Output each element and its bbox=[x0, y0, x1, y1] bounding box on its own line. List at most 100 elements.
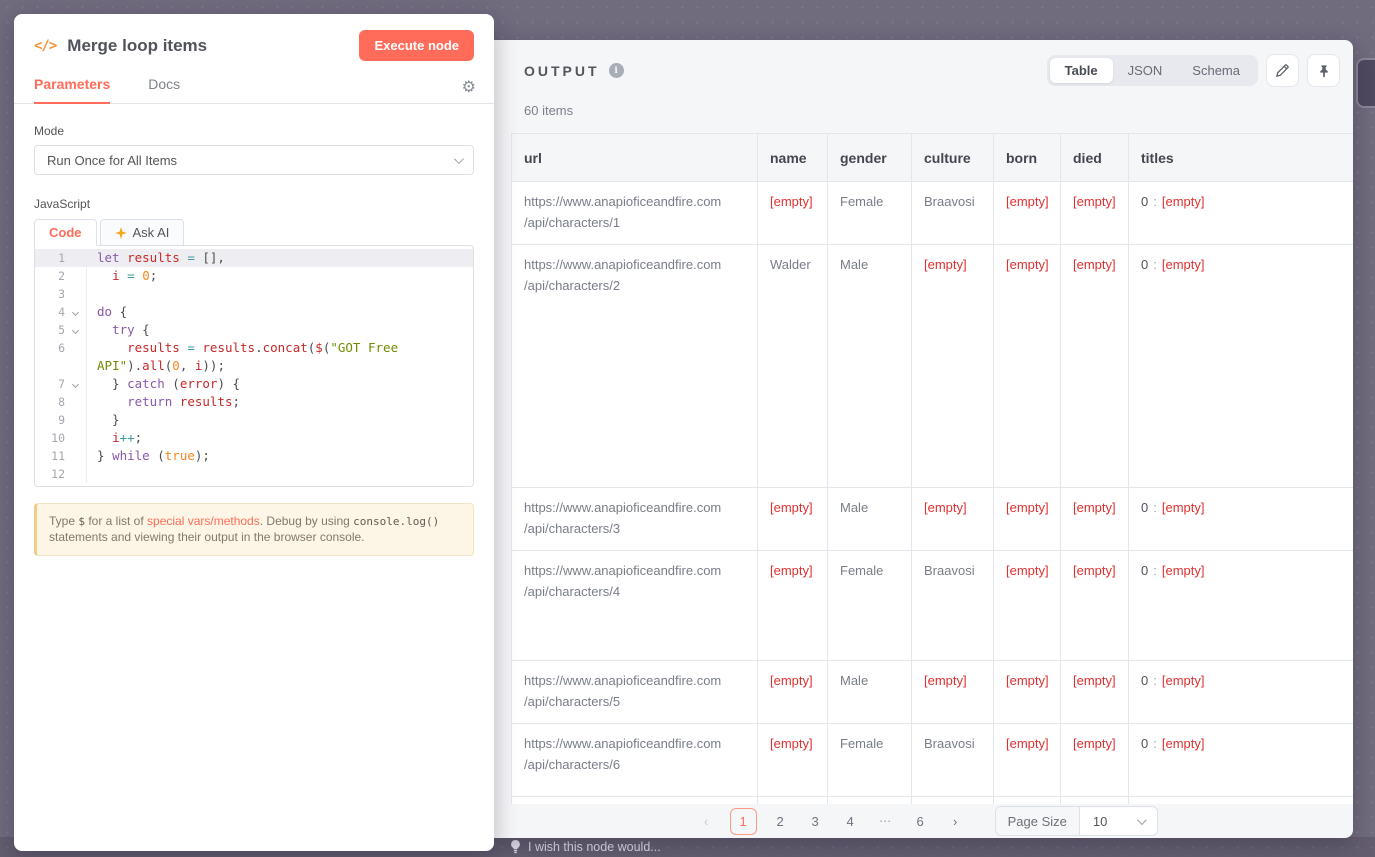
url-line: https://www.anapioficeandfire.com bbox=[524, 733, 745, 754]
pagination-page-1[interactable]: 1 bbox=[730, 808, 757, 835]
execute-node-button[interactable]: Execute node bbox=[359, 30, 474, 61]
code-line[interactable]: 9 } bbox=[35, 411, 473, 429]
empty-value: [empty] bbox=[1073, 257, 1116, 272]
line-number: 5 bbox=[35, 321, 65, 339]
died-cell: [empty] bbox=[1061, 724, 1129, 797]
cell bbox=[828, 797, 912, 805]
empty-value: [empty] bbox=[1006, 673, 1049, 688]
chevron-down-icon bbox=[454, 154, 464, 164]
code-line-text bbox=[87, 465, 97, 483]
born-cell: [empty] bbox=[994, 551, 1061, 661]
cell-value: Male bbox=[840, 500, 868, 515]
column-header-culture: culture bbox=[912, 134, 994, 182]
empty-value: [empty] bbox=[1162, 257, 1205, 272]
line-number: 10 bbox=[35, 429, 65, 447]
code-node-icon: </> bbox=[34, 38, 56, 54]
url-line: https://www.anapioficeandfire.com bbox=[524, 254, 745, 275]
url-line: https://www.anapioficeandfire.com bbox=[524, 497, 745, 518]
table-row-partial bbox=[512, 797, 1354, 805]
table-header-row: urlnamegendercultureborndiedtitles bbox=[512, 134, 1354, 182]
empty-value: [empty] bbox=[770, 563, 813, 578]
view-tab-json[interactable]: JSON bbox=[1113, 58, 1178, 83]
born-cell: [empty] bbox=[994, 724, 1061, 797]
code-editor-tabs: Code Ask AI bbox=[34, 219, 474, 246]
code-line[interactable]: 1let results = [], bbox=[35, 249, 473, 267]
fold-chevron-icon[interactable] bbox=[65, 328, 85, 333]
code-line[interactable]: 11} while (true); bbox=[35, 447, 473, 465]
line-number-gutter: 11 bbox=[35, 447, 87, 465]
url-line: https://www.anapioficeandfire.com bbox=[524, 560, 745, 581]
code-editor[interactable]: 1let results = [],2 i = 0;34do {5 try {6… bbox=[34, 245, 474, 487]
page-size-select[interactable]: Page Size 10 bbox=[995, 806, 1159, 836]
hint-text: Type bbox=[49, 514, 78, 528]
died-cell: [empty] bbox=[1061, 245, 1129, 488]
pin-data-button[interactable] bbox=[1307, 54, 1340, 87]
name-cell: [empty] bbox=[758, 551, 828, 661]
column-header-gender: gender bbox=[828, 134, 912, 182]
code-line[interactable]: 5 try { bbox=[35, 321, 473, 339]
empty-value: [empty] bbox=[1006, 257, 1049, 272]
pagination-next[interactable]: › bbox=[948, 814, 963, 829]
pagination: ‹1234⋯6› Page Size 10 bbox=[494, 804, 1353, 838]
code-line[interactable]: 7 } catch (error) { bbox=[35, 375, 473, 393]
code-line[interactable]: 4do { bbox=[35, 303, 473, 321]
pagination-page-4[interactable]: 4 bbox=[843, 814, 858, 829]
edit-output-button[interactable] bbox=[1266, 54, 1299, 87]
table-row: https://www.anapioficeandfire.com/api/ch… bbox=[512, 182, 1354, 245]
died-cell: [empty] bbox=[1061, 488, 1129, 551]
code-line-text bbox=[87, 285, 97, 303]
titles-cell: 0:[empty] bbox=[1129, 551, 1354, 661]
name-cell: [empty] bbox=[758, 488, 828, 551]
code-line[interactable]: 12 bbox=[35, 465, 473, 483]
cell bbox=[512, 797, 758, 805]
cell bbox=[912, 797, 994, 805]
code-line[interactable]: 8 return results; bbox=[35, 393, 473, 411]
code-line[interactable]: 10 i++; bbox=[35, 429, 473, 447]
empty-value: [empty] bbox=[1073, 194, 1116, 209]
node-feedback-text: I wish this node would... bbox=[528, 840, 661, 854]
fold-chevron-icon[interactable] bbox=[65, 310, 85, 315]
tab-parameters[interactable]: Parameters bbox=[34, 76, 110, 104]
died-cell: [empty] bbox=[1061, 182, 1129, 245]
titles-index: 0 bbox=[1141, 563, 1148, 578]
column-header-name: name bbox=[758, 134, 828, 182]
tab-docs[interactable]: Docs bbox=[148, 76, 180, 103]
gear-icon[interactable]: ⚙ bbox=[462, 80, 476, 96]
empty-value: [empty] bbox=[924, 500, 967, 515]
empty-value: [empty] bbox=[770, 194, 813, 209]
cell bbox=[1129, 797, 1354, 805]
view-tab-table[interactable]: Table bbox=[1050, 58, 1113, 83]
pagination-page-6[interactable]: 6 bbox=[913, 814, 928, 829]
gender-cell: Male bbox=[828, 488, 912, 551]
special-vars-link[interactable]: special vars/methods bbox=[147, 514, 260, 528]
fold-chevron-icon[interactable] bbox=[65, 382, 85, 387]
mode-select-value: Run Once for All Items bbox=[47, 153, 177, 168]
code-line-text: API").all(0, i)); bbox=[87, 357, 225, 375]
line-number-gutter: 5 bbox=[35, 321, 87, 339]
pagination-page-2[interactable]: 2 bbox=[773, 814, 788, 829]
tab-code-label: Code bbox=[49, 225, 82, 240]
code-line[interactable]: 6 results = results.concat($("GOT Free bbox=[35, 339, 473, 357]
url-cell: https://www.anapioficeandfire.com/api/ch… bbox=[512, 551, 758, 661]
code-line[interactable]: 3 bbox=[35, 285, 473, 303]
empty-value: [empty] bbox=[770, 673, 813, 688]
cell-value: Walder bbox=[770, 257, 811, 272]
url-line: https://www.anapioficeandfire.com bbox=[524, 670, 745, 691]
pagination-page-3[interactable]: 3 bbox=[808, 814, 823, 829]
line-number-gutter: 1 bbox=[35, 249, 87, 267]
code-line[interactable]: 2 i = 0; bbox=[35, 267, 473, 285]
tab-ask-ai[interactable]: Ask AI bbox=[100, 219, 185, 246]
code-line[interactable]: API").all(0, i)); bbox=[35, 357, 473, 375]
mode-select[interactable]: Run Once for All Items bbox=[34, 145, 474, 175]
tab-code[interactable]: Code bbox=[34, 219, 97, 246]
table-row: https://www.anapioficeandfire.com/api/ch… bbox=[512, 551, 1354, 661]
died-cell: [empty] bbox=[1061, 551, 1129, 661]
view-tab-schema[interactable]: Schema bbox=[1177, 58, 1255, 83]
empty-value: [empty] bbox=[1006, 736, 1049, 751]
titles-cell: 0:[empty] bbox=[1129, 724, 1354, 797]
culture-cell: Braavosi bbox=[912, 724, 994, 797]
code-line-text: } catch (error) { bbox=[87, 375, 240, 393]
titles-index: 0 bbox=[1141, 194, 1148, 209]
line-number: 11 bbox=[35, 447, 65, 465]
line-number: 9 bbox=[35, 411, 65, 429]
